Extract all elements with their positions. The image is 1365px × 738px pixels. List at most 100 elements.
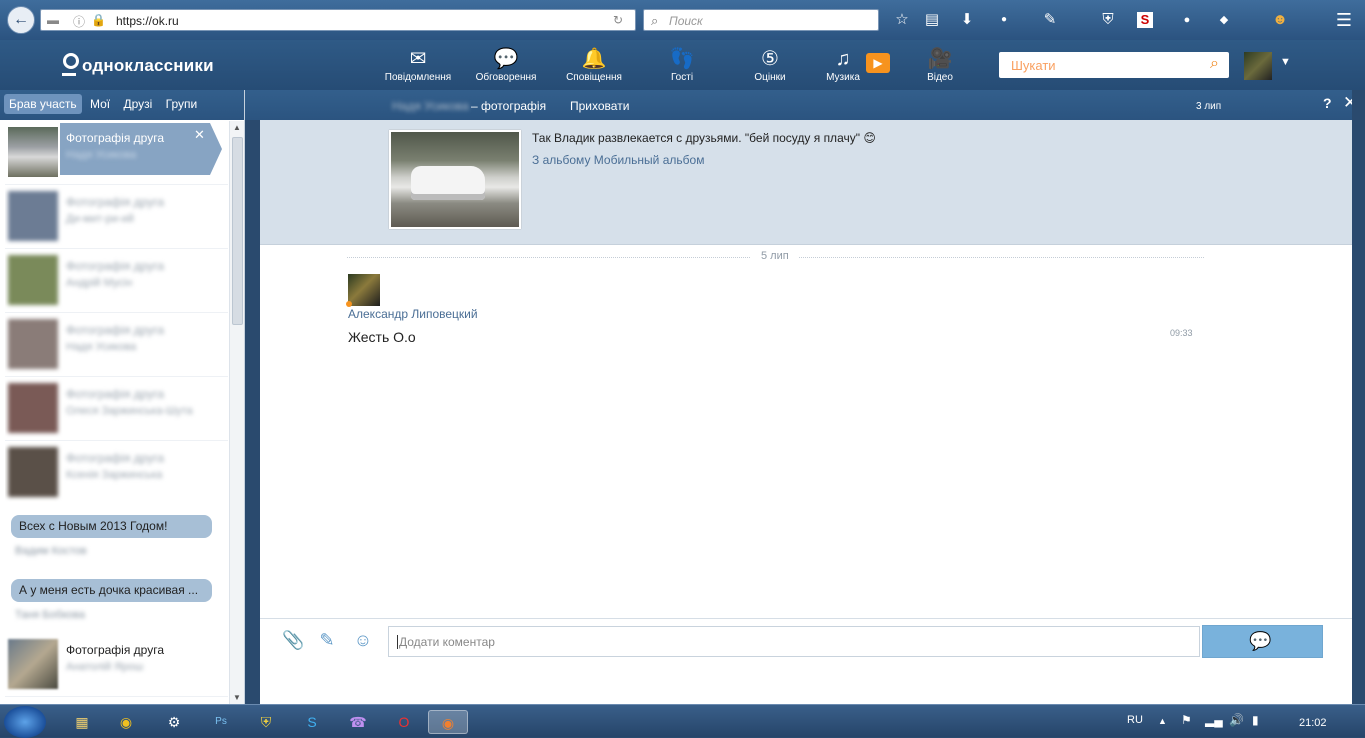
firefox-icon[interactable]: ◉ [428, 710, 468, 734]
hide-button[interactable]: Приховати [570, 99, 629, 113]
scrollbar[interactable]: ▲ ▼ [229, 121, 244, 704]
user-avatar[interactable] [1244, 52, 1272, 80]
reload-icon[interactable]: ↻ [613, 13, 623, 27]
chevron-up-icon[interactable]: ▲ [1158, 716, 1167, 726]
photoshop-icon[interactable]: Ps [203, 710, 239, 734]
nav-label: Гості [670, 72, 694, 83]
play-icon[interactable]: ▶ [866, 53, 890, 73]
search-icon: ⌕ [651, 13, 659, 28]
list-item[interactable]: Фотографія друга Андрій Мусін [5, 249, 228, 313]
opera-icon[interactable]: O [386, 710, 422, 734]
url-bar[interactable]: ▬ ⓘ 🔒 https://ok.ru ↻ [40, 9, 636, 31]
smiley-icon[interactable]: ☺ [352, 629, 374, 651]
list-item[interactable]: Фотографія друга Ксенія Заржинська [5, 441, 228, 505]
shield-icon[interactable]: ⛨ [1098, 10, 1118, 30]
battery-icon[interactable]: ▮ [1252, 713, 1259, 727]
volume-icon[interactable]: 🔊 [1229, 713, 1244, 727]
folder-icon[interactable]: ▦ [64, 710, 100, 734]
list-item[interactable]: Фотографія друга Надя Усикова [5, 313, 228, 377]
start-button[interactable] [4, 706, 46, 738]
message-time: 09:33 [1170, 328, 1193, 338]
pencil-icon[interactable]: ✎ [316, 629, 338, 651]
envelope-icon: ✉ [409, 48, 427, 70]
nav-guests[interactable]: 👣 Гості [648, 46, 716, 83]
item-title: Фотографія друга [66, 131, 164, 145]
list-item[interactable]: Фотографія друга Ди-мит-ри-ий [5, 185, 228, 249]
clipboard-icon[interactable]: ▤ [922, 10, 942, 30]
scrollbar-thumb[interactable] [232, 137, 243, 325]
photo-caption: Так Владик развлекается с друзьями. "бей… [532, 131, 876, 145]
photo-thumbnail [8, 191, 58, 241]
owner-name[interactable]: Надя Усикова [392, 99, 469, 113]
tab-friends[interactable]: Друзі [118, 94, 157, 114]
discussion-date: 3 лип [1196, 101, 1222, 112]
search-icon[interactable]: ⌕ [1210, 55, 1219, 73]
item-subtitle: Олеся Заржинська-Шута [66, 405, 193, 417]
send-button[interactable]: 💬 [1202, 625, 1323, 658]
tabs-icon[interactable]: ▬ [47, 13, 59, 27]
extension-icon[interactable]: ◆ [1214, 10, 1234, 30]
avatar[interactable] [346, 274, 380, 307]
download-icon[interactable]: ⬇ [957, 10, 977, 30]
list-item[interactable]: Фотографія друга Анатолій Ярош [5, 633, 228, 697]
tab-mine[interactable]: Мої [85, 94, 115, 114]
item-subtitle: Надя Усикова [66, 341, 137, 353]
help-icon[interactable]: ? [1323, 95, 1332, 111]
url-text[interactable]: https://ok.ru [116, 14, 179, 28]
language-indicator[interactable]: RU [1127, 714, 1143, 726]
chevron-down-icon[interactable]: ▼ [1280, 56, 1291, 68]
monkey-icon[interactable]: ☻ [1270, 10, 1290, 30]
item-title: Фотографія друга [66, 451, 164, 465]
adblock-icon[interactable]: ● [994, 10, 1014, 30]
steam-icon[interactable]: ⚙ [156, 710, 192, 734]
nav-label: Обговорення [475, 72, 537, 83]
lock-icon: 🔒 [91, 13, 106, 27]
skype-icon[interactable]: S [294, 710, 330, 734]
tab-participated[interactable]: Брав участь [4, 94, 82, 114]
star-icon[interactable]: ☆ [892, 10, 912, 30]
clock[interactable]: 21:02 [1299, 717, 1327, 729]
extension-icon[interactable]: ● [1177, 10, 1197, 30]
list-item[interactable]: А у меня есть дочка красивая ... Таня Бо… [5, 569, 228, 633]
photo-thumbnail [8, 255, 58, 305]
nav-ratings[interactable]: ⑤ Оцінки [736, 46, 804, 83]
item-subtitle: Ксенія Заржинська [66, 469, 163, 481]
nav-discussions[interactable]: 💬 Обговорення [472, 46, 540, 83]
album-link[interactable]: Мобильный альбом [594, 153, 705, 167]
nav-video[interactable]: 🎥 Відео [906, 46, 974, 83]
browser-search[interactable]: ⌕ Поиск [643, 9, 879, 31]
back-button[interactable]: ← [7, 6, 35, 34]
site-search-input[interactable]: Шукати ⌕ [999, 52, 1229, 78]
scroll-up-icon[interactable]: ▲ [233, 123, 241, 132]
footprints-icon: 👣 [669, 48, 695, 70]
bell-icon: 🔔 [581, 48, 607, 70]
list-item[interactable]: Всех с Новым 2013 Годом! Вадим Костов [5, 505, 228, 569]
page-edge [1352, 90, 1365, 704]
paperclip-icon[interactable]: 📎 [282, 629, 304, 651]
nav-notifications[interactable]: 🔔 Сповіщення [560, 46, 628, 83]
shield-icon[interactable]: ⛨ [248, 710, 284, 734]
browser-toolbar: ← ▬ ⓘ 🔒 https://ok.ru ↻ ⌕ Поиск ☆ ▤ ⬇ ● … [0, 0, 1365, 40]
pen-icon[interactable]: ✎ [1040, 10, 1060, 30]
list-item[interactable]: Фотографія друга Олеся Заржинська-Шута [5, 377, 228, 441]
message-author[interactable]: Александр Липовецкий [348, 307, 478, 321]
menu-icon[interactable]: ☰ [1334, 10, 1354, 30]
list-item-selected[interactable]: Фотографія друга Надя Усикова ✕ [5, 121, 228, 185]
comment-input[interactable]: Додати коментар [388, 626, 1200, 657]
tab-groups[interactable]: Групи [161, 94, 203, 114]
nav-messages[interactable]: ✉ Повідомлення [384, 46, 452, 83]
viber-icon[interactable]: ☎ [340, 710, 376, 734]
topic-photo[interactable] [389, 130, 521, 229]
info-icon[interactable]: ⓘ [73, 13, 85, 30]
item-subtitle: Ди-мит-ри-ий [66, 213, 134, 225]
signal-icon[interactable]: ▂▄ [1205, 713, 1223, 727]
close-icon[interactable]: ✕ [194, 127, 205, 143]
logo-text: одноклассники [82, 56, 214, 75]
scroll-down-icon[interactable]: ▼ [233, 693, 241, 702]
logo[interactable]: одноклассники [62, 53, 214, 76]
separator-date: 5 лип [751, 250, 799, 262]
s-icon[interactable]: S [1137, 12, 1153, 28]
flag-icon[interactable]: ⚑ [1181, 713, 1192, 727]
app-icon[interactable]: ◉ [108, 710, 144, 734]
chat-bubbles-icon: 💬 [1249, 631, 1272, 651]
